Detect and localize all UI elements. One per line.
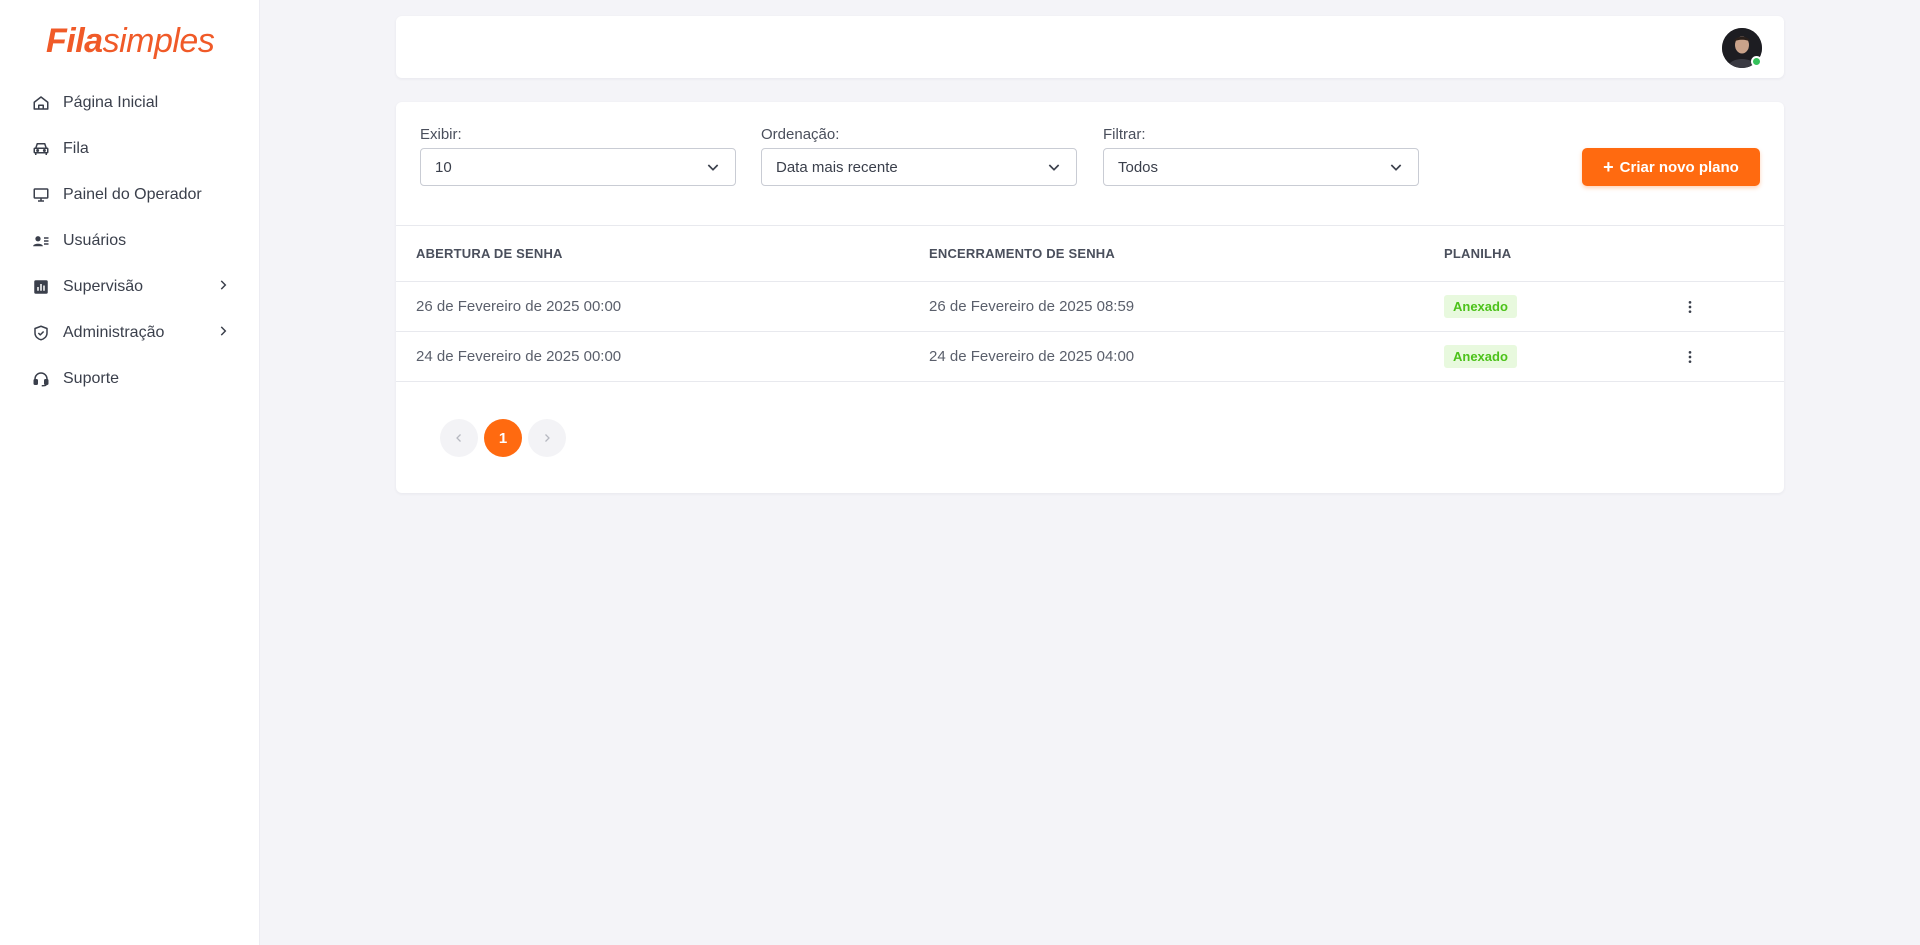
column-header-open: ABERTURA DE SENHA [416,246,563,261]
sidebar-item-usuarios[interactable]: Usuários [0,218,260,264]
sidebar-item-label: Suporte [63,370,120,387]
order-select[interactable]: Data mais recente [761,148,1077,186]
create-plan-button[interactable]: + Criar novo plano [1582,148,1760,186]
row-actions-button[interactable] [1678,295,1702,319]
car-icon [31,139,51,159]
row-actions-button[interactable] [1678,345,1702,369]
user-list-icon [31,231,51,251]
create-plan-label: Criar novo plano [1619,158,1739,176]
sidebar-item-label: Administração [63,324,165,341]
next-page-button[interactable] [528,419,566,457]
display-label: Exibir: [420,126,462,143]
sidebar-item-label: Painel do Operador [63,186,202,203]
sidebar-item-suporte[interactable]: Suporte [0,356,260,402]
cell-open: 24 de Fevereiro de 2025 00:00 [416,348,622,365]
chevron-down-icon [1390,164,1402,171]
table-row[interactable]: 24 de Fevereiro de 2025 00:00 24 de Feve… [396,332,1784,382]
filter-select[interactable]: Todos [1103,148,1419,186]
pagination: 1 [440,419,566,457]
display-select[interactable]: 10 [420,148,736,186]
plus-icon: + [1603,157,1614,177]
sheet-status-badge: Anexado [1444,345,1517,368]
bar-chart-icon [31,277,51,297]
chevron-left-icon [456,434,461,442]
cell-close: 26 de Fevereiro de 2025 08:59 [929,298,1135,315]
plans-table: ABERTURA DE SENHA ENCERRAMENTO DE SENHA … [396,225,1784,382]
sidebar-item-label: Fila [63,140,89,157]
sidebar-item-label: Supervisão [63,278,144,295]
chevron-right-icon [216,324,230,343]
display-value: 10 [435,158,452,176]
shield-check-icon [31,323,51,343]
column-header-sheet: PLANILHA [1444,246,1512,261]
column-header-close: ENCERRAMENTO DE SENHA [929,246,1115,261]
page-button-current[interactable]: 1 [484,419,522,457]
chevron-down-icon [1048,164,1060,171]
sidebar-item-administracao[interactable]: Administração [0,310,260,356]
monitor-icon [31,185,51,205]
order-filter: Ordenação: Data mais recente [761,126,1077,186]
table-row[interactable]: 26 de Fevereiro de 2025 00:00 26 de Feve… [396,282,1784,332]
sidebar-item-label: Página Inicial [63,94,159,111]
sidebar-item-supervisao[interactable]: Supervisão [0,264,260,310]
sidebar-nav: Página Inicial Fila Painel do Operador U… [0,80,260,402]
order-label: Ordenação: [761,126,840,143]
table-header: ABERTURA DE SENHA ENCERRAMENTO DE SENHA … [396,225,1784,282]
kebab-menu-icon [1688,350,1692,363]
order-value: Data mais recente [776,158,898,176]
chevron-down-icon [707,164,719,171]
sidebar-item-fila[interactable]: Fila [0,126,260,172]
chevron-right-icon [216,278,230,297]
previous-page-button[interactable] [440,419,478,457]
plans-card: Exibir: 10 Ordenação: Data mais recente … [396,102,1784,493]
cell-open: 26 de Fevereiro de 2025 00:00 [416,298,622,315]
cell-close: 24 de Fevereiro de 2025 04:00 [929,348,1135,365]
filter-value: Todos [1118,158,1159,176]
chevron-right-icon [545,434,550,442]
sidebar: Filasimples Página Inicial Fila Painel d… [0,0,260,945]
sheet-status-badge: Anexado [1444,295,1517,318]
app-logo[interactable]: Filasimples [46,22,215,61]
filter-label: Filtrar: [1103,126,1146,143]
kebab-menu-icon [1688,300,1692,313]
top-bar [396,16,1784,78]
home-icon [31,93,51,113]
status-filter: Filtrar: Todos [1103,126,1419,186]
avatar[interactable] [1722,28,1762,68]
sidebar-item-pagina-inicial[interactable]: Página Inicial [0,80,260,126]
sidebar-item-label: Usuários [63,232,127,249]
online-status-icon [1751,56,1762,67]
sidebar-item-painel-do-operador[interactable]: Painel do Operador [0,172,260,218]
headset-icon [31,369,51,389]
display-filter: Exibir: 10 [420,126,736,186]
